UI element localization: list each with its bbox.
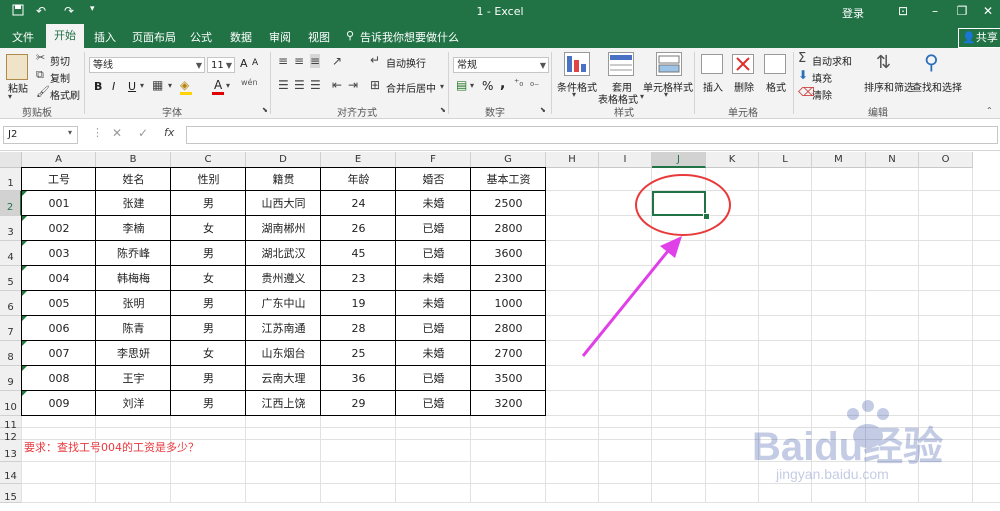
watermark-url: jingyan.baidu.com	[776, 466, 889, 482]
annotation-arrow-shaft	[581, 245, 674, 357]
watermark-brand: Baidu经验	[752, 425, 944, 469]
baidu-jingyan-watermark: Baidu经验 jingyan.baidu.com	[752, 396, 992, 491]
annotation-ellipse	[635, 174, 731, 236]
